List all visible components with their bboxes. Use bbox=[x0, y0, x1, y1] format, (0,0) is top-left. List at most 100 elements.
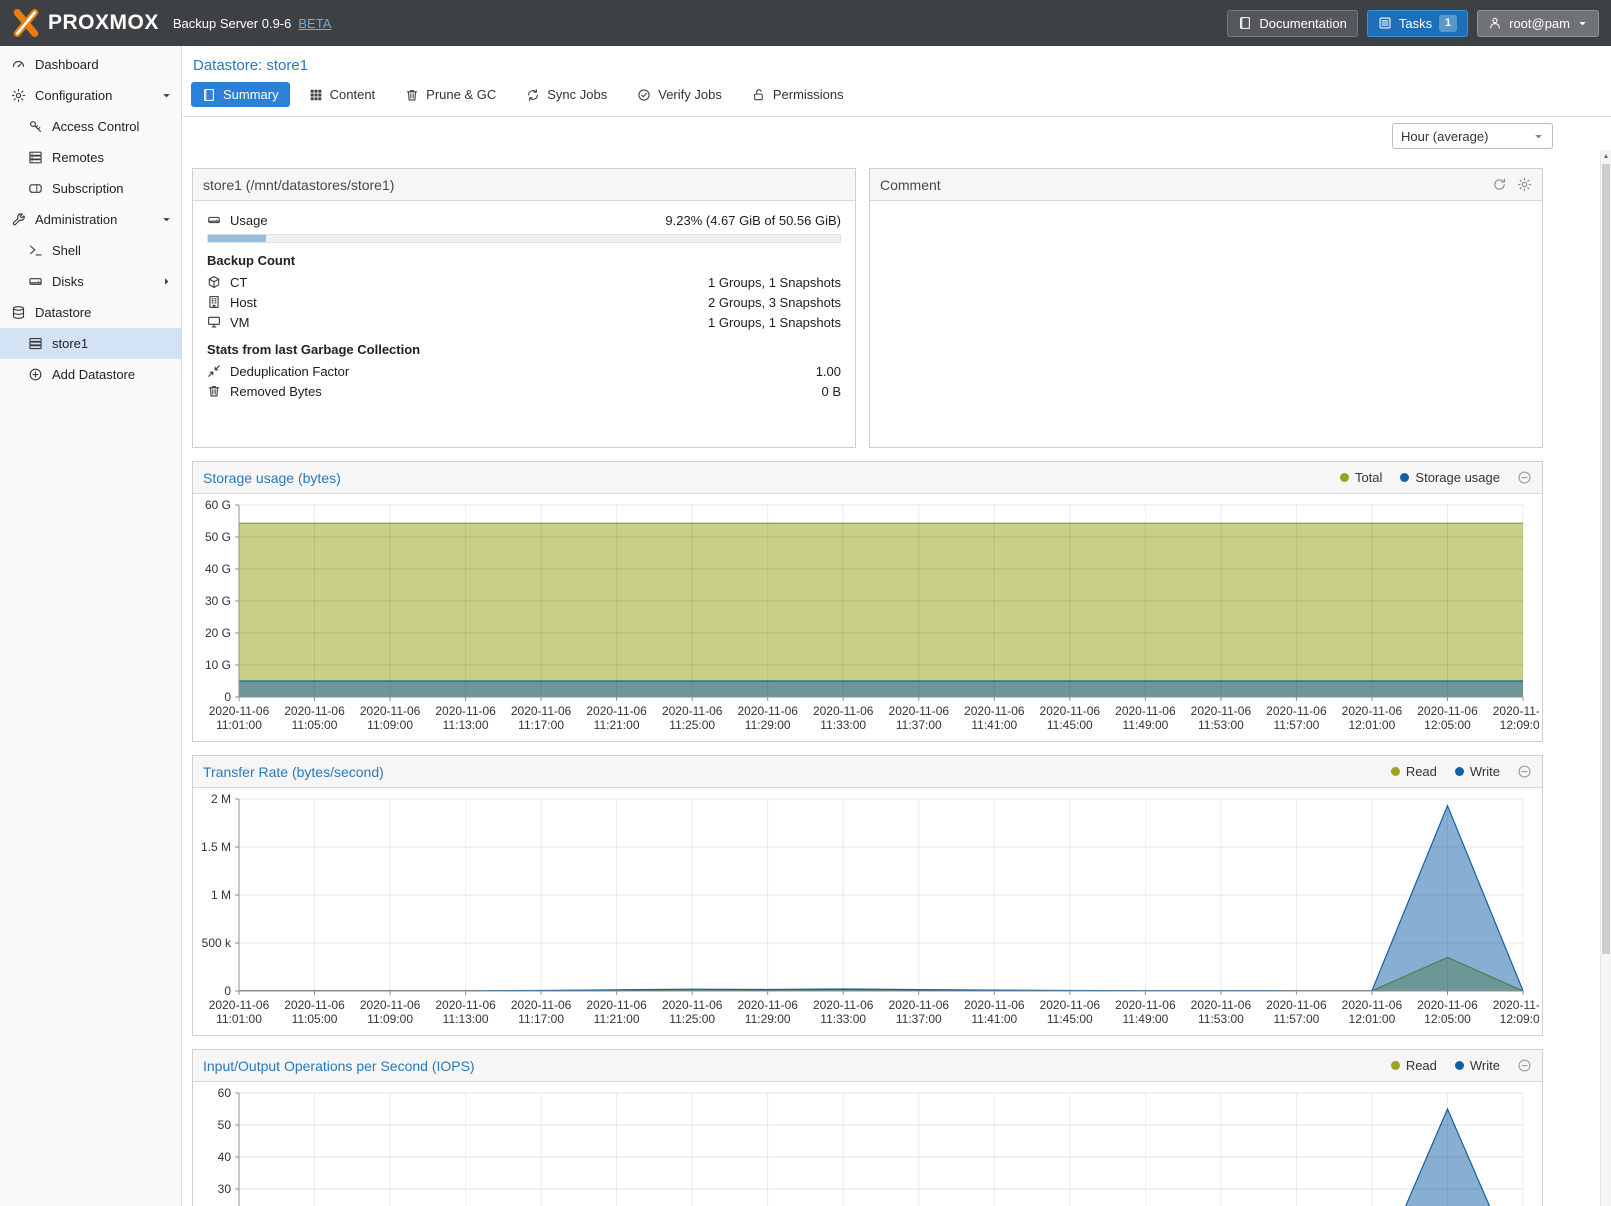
sidebar-item-label: Datastore bbox=[35, 305, 91, 320]
legend-item-write[interactable]: Write bbox=[1455, 1058, 1500, 1073]
svg-text:2020-11-06: 2020-11-06 bbox=[1040, 998, 1101, 1012]
legend-label: Total bbox=[1355, 470, 1382, 485]
tab-prune-gc[interactable]: Prune & GC bbox=[394, 82, 507, 107]
svg-text:11:57:00: 11:57:00 bbox=[1273, 1012, 1319, 1026]
tab-sync-jobs[interactable]: Sync Jobs bbox=[515, 82, 618, 107]
svg-text:11:53:00: 11:53:00 bbox=[1198, 1012, 1244, 1026]
legend-item-storage-usage[interactable]: Storage usage bbox=[1400, 470, 1500, 485]
svg-text:11:41:00: 11:41:00 bbox=[971, 718, 1017, 732]
chart-panel-header: Transfer Rate (bytes/second)ReadWrite bbox=[193, 756, 1542, 788]
minus-circle-icon bbox=[1517, 470, 1532, 485]
gear-icon[interactable] bbox=[1517, 177, 1532, 192]
time-range-select[interactable]: Hour (average) bbox=[1392, 123, 1553, 149]
brand-text: PROXMOX bbox=[48, 11, 159, 35]
svg-text:2020-11-06: 2020-11-06 bbox=[1417, 704, 1478, 718]
beta-link[interactable]: BETA bbox=[298, 16, 331, 31]
tab-label: Summary bbox=[223, 87, 279, 102]
comment-body[interactable] bbox=[870, 201, 1542, 448]
sidebar: Dashboard ConfigurationAccess ControlRemo… bbox=[0, 46, 182, 1206]
svg-text:2020-11-06: 2020-11-06 bbox=[662, 704, 723, 718]
panel-title: Comment bbox=[880, 177, 941, 193]
caret-right-icon[interactable] bbox=[161, 276, 172, 287]
sidebar-item-store1[interactable]: store1 bbox=[0, 328, 181, 359]
gc-stats-heading: Stats from last Garbage Collection bbox=[207, 342, 841, 357]
documentation-label: Documentation bbox=[1259, 16, 1346, 31]
tab-label: Content bbox=[330, 87, 376, 102]
chart-legend: Read Write bbox=[1391, 1058, 1500, 1073]
sidebar-item-remotes[interactable]: Remotes bbox=[0, 142, 181, 173]
svg-text:12:05:00: 12:05:00 bbox=[1424, 718, 1471, 732]
usage-row: Usage 9.23% (4.67 GiB of 50.56 GiB) bbox=[207, 210, 841, 230]
wrench-icon bbox=[11, 212, 26, 227]
documentation-button[interactable]: Documentation bbox=[1227, 10, 1357, 37]
svg-text:2020-11-06: 2020-11-06 bbox=[964, 998, 1025, 1012]
svg-text:11:05:00: 11:05:00 bbox=[292, 1012, 338, 1026]
scrollbar-thumb[interactable] bbox=[1602, 164, 1610, 954]
svg-text:2020-11-06: 2020-11-06 bbox=[1115, 998, 1176, 1012]
sidebar-item-datastore[interactable]: Datastore bbox=[0, 297, 181, 328]
scrollbar-up-arrow[interactable]: ▲ bbox=[1601, 150, 1611, 163]
refresh-icon[interactable] bbox=[1492, 177, 1507, 192]
svg-text:2020-11-06: 2020-11-06 bbox=[737, 704, 798, 718]
legend-item-read[interactable]: Read bbox=[1391, 1058, 1437, 1073]
sidebar-item-label: Administration bbox=[35, 212, 117, 227]
stat-value: 1.00 bbox=[816, 364, 841, 379]
tasks-label: Tasks bbox=[1399, 16, 1432, 31]
usage-progressbar bbox=[207, 234, 841, 243]
terminal-icon bbox=[28, 243, 43, 258]
sidebar-item-administration[interactable]: Administration bbox=[0, 204, 181, 235]
time-range-value: Hour (average) bbox=[1401, 129, 1488, 144]
sidebar-item-label: Add Datastore bbox=[52, 367, 135, 382]
tab-label: Verify Jobs bbox=[658, 87, 722, 102]
svg-text:2020-11-06: 2020-11-06 bbox=[889, 704, 950, 718]
svg-text:30 G: 30 G bbox=[205, 594, 231, 608]
legend-item-write[interactable]: Write bbox=[1455, 764, 1500, 779]
legend-item-read[interactable]: Read bbox=[1391, 764, 1437, 779]
sidebar-item-add-datastore[interactable]: Add Datastore bbox=[0, 359, 181, 390]
collapse-icon[interactable] bbox=[1517, 764, 1532, 779]
sidebar-item-disks[interactable]: Disks bbox=[0, 266, 181, 297]
caret-down-icon[interactable] bbox=[161, 214, 172, 225]
svg-text:11:25:00: 11:25:00 bbox=[669, 718, 715, 732]
sidebar-item-access-control[interactable]: Access Control bbox=[0, 111, 181, 142]
collapse-icon[interactable] bbox=[1517, 470, 1532, 485]
tab-label: Prune & GC bbox=[426, 87, 496, 102]
tab-permissions[interactable]: Permissions bbox=[741, 82, 855, 107]
header-actions: Documentation Tasks 1 root@pam bbox=[1227, 10, 1599, 37]
desktop-icon bbox=[207, 315, 221, 329]
caret-down-icon bbox=[161, 90, 172, 101]
tasks-button[interactable]: Tasks 1 bbox=[1367, 10, 1468, 37]
svg-text:2020-11-06: 2020-11-06 bbox=[1191, 704, 1252, 718]
svg-text:11:49:00: 11:49:00 bbox=[1122, 1012, 1168, 1026]
sidebar-item-shell[interactable]: Shell bbox=[0, 235, 181, 266]
sidebar-item-label: Dashboard bbox=[35, 57, 99, 72]
chart-title: Input/Output Operations per Second (IOPS… bbox=[203, 1058, 475, 1074]
collapse-icon[interactable] bbox=[1517, 1058, 1532, 1073]
chart-legend: Read Write bbox=[1391, 764, 1500, 779]
svg-text:11:09:00: 11:09:00 bbox=[367, 1012, 413, 1026]
svg-text:2020-11-06: 2020-11-06 bbox=[1342, 704, 1403, 718]
stat-value: 1 Groups, 1 Snapshots bbox=[708, 275, 841, 290]
legend-item-total[interactable]: Total bbox=[1340, 470, 1382, 485]
chevron-down-icon bbox=[1533, 131, 1544, 142]
gear-icon bbox=[11, 88, 26, 103]
user-menu-button[interactable]: root@pam bbox=[1477, 10, 1599, 37]
svg-text:10 G: 10 G bbox=[205, 658, 231, 672]
sidebar-item-subscription[interactable]: Subscription bbox=[0, 173, 181, 204]
vertical-scrollbar[interactable]: ▲ bbox=[1600, 150, 1611, 1206]
tab-verify-jobs[interactable]: Verify Jobs bbox=[626, 82, 733, 107]
sidebar-item-configuration[interactable]: Configuration bbox=[0, 80, 181, 111]
svg-text:2020-11-06: 2020-11-06 bbox=[813, 998, 874, 1012]
caret-down-icon[interactable] bbox=[161, 90, 172, 101]
usage-label: Usage bbox=[230, 213, 268, 228]
svg-text:2 M: 2 M bbox=[211, 792, 231, 806]
chart-body: 0500 k1 M1.5 M2 M2020-11-0611:01:002020-… bbox=[193, 788, 1542, 1035]
tab-content[interactable]: Content bbox=[298, 82, 387, 107]
content-area: store1 (/mnt/datastores/store1) Usage 9.… bbox=[183, 155, 1545, 1206]
svg-text:12:09:00: 12:09:00 bbox=[1500, 1012, 1539, 1026]
chart-panel-storage-usage-bytes: Storage usage (bytes)TotalStorage usage0… bbox=[192, 461, 1543, 742]
tab-summary[interactable]: Summary bbox=[191, 82, 290, 107]
ticket-icon bbox=[28, 181, 43, 196]
svg-text:11:01:00: 11:01:00 bbox=[216, 1012, 262, 1026]
sidebar-item-dashboard[interactable]: Dashboard bbox=[0, 49, 181, 80]
